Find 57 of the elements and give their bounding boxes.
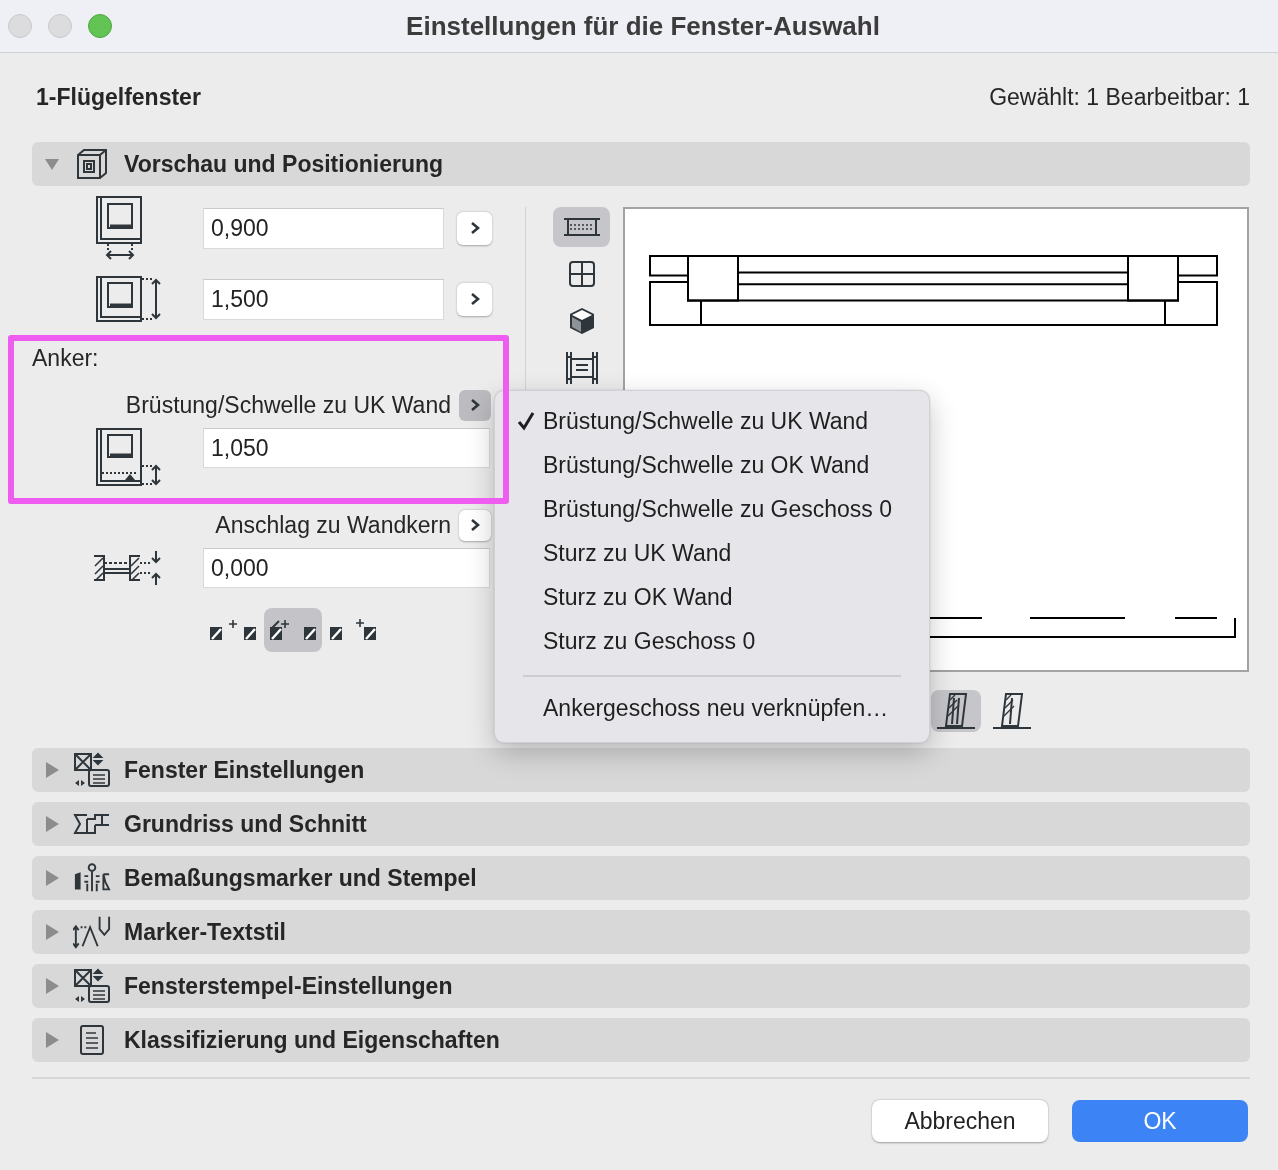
height-field[interactable]: 1,500 [203,278,444,320]
width-field[interactable]: 0,900 [203,207,444,249]
window-grid-icon [568,261,595,287]
menu-item[interactable]: Sturz zu Geschoss 0 [495,619,929,663]
cube-icon [568,307,595,335]
section-header[interactable]: Marker-Textstil [32,910,1250,954]
anchor-mode-label: Brüstung/Schwelle zu UK Wand [125,392,451,418]
section-header[interactable]: Klassifizierung und Eigenschaften [32,1018,1250,1062]
window-settings-icon [73,752,111,788]
section-header[interactable]: Bemaßungsmarker und Stempel [32,856,1250,900]
section-header[interactable]: Grundriss und Schnitt [32,802,1250,846]
selection-info: Gewählt: 1 Bearbeitbar: 1 [989,84,1250,110]
chevron-right-icon [470,398,480,412]
menu-item[interactable]: Sturz zu UK Wand [495,531,929,575]
reveal-mode-label: Anschlag zu Wandkern [215,512,451,538]
menu-button[interactable] [459,389,491,421]
chevron-right-icon [469,221,480,235]
reveal-option-button[interactable] [264,608,322,652]
dialog-button[interactable]: OK [1072,1100,1248,1142]
dimension-marker-icon [73,862,111,894]
reveal-option-icon [330,619,378,641]
plan-symbol-icon [73,811,111,837]
dialog-button[interactable]: Abbrechen [872,1100,1048,1142]
window-title: Einstellungen für die Fenster-Auswahl [406,11,880,41]
checkmark-icon [517,411,535,431]
elevation-view-icon [564,351,599,385]
menu-item[interactable]: Brüstung/Schwelle zu Geschoss 0 [495,487,929,531]
reveal-depth-field[interactable]: 0,000 [203,548,490,588]
menu-button[interactable] [457,211,492,245]
menu-item[interactable]: Ankergeschoss neu verknüpfen… [495,686,929,730]
element-name: 1-Flügelfenster [36,84,201,110]
window-height-icon [96,276,162,322]
menu-item[interactable]: Brüstung/Schwelle zu UK Wand [495,399,929,443]
section-header[interactable]: Fenster Einstellungen [32,748,1250,792]
chevron-right-icon [469,292,480,306]
menu-item[interactable]: Sturz zu OK Wand [495,575,929,619]
reveal-option-icon [210,619,258,641]
hatched-frame-icon [935,692,977,730]
orientation-button[interactable] [931,690,981,732]
menu-button[interactable] [459,509,491,541]
wall-reveal-icon [92,550,164,586]
menu-item[interactable]: Brüstung/Schwelle zu OK Wand [495,443,929,487]
text-style-icon [73,915,111,949]
view-mode-button[interactable] [553,207,610,247]
sill-height-field[interactable]: 1,050 [203,428,490,468]
window-settings-icon [73,968,111,1004]
plan-view-icon [562,217,601,237]
sill-height-icon [96,428,162,486]
window-box-icon [76,148,108,180]
chevron-right-icon [470,518,480,532]
menu-button[interactable] [457,282,492,316]
section-header[interactable]: Vorschau und Positionierung [32,142,1250,186]
hatched-frame-icon [991,692,1033,730]
reveal-option-icon [270,619,318,641]
section-header[interactable]: Fensterstempel-Einstellungen [32,964,1250,1008]
document-icon [79,1024,105,1056]
anchor-label: Anker: [32,345,99,371]
